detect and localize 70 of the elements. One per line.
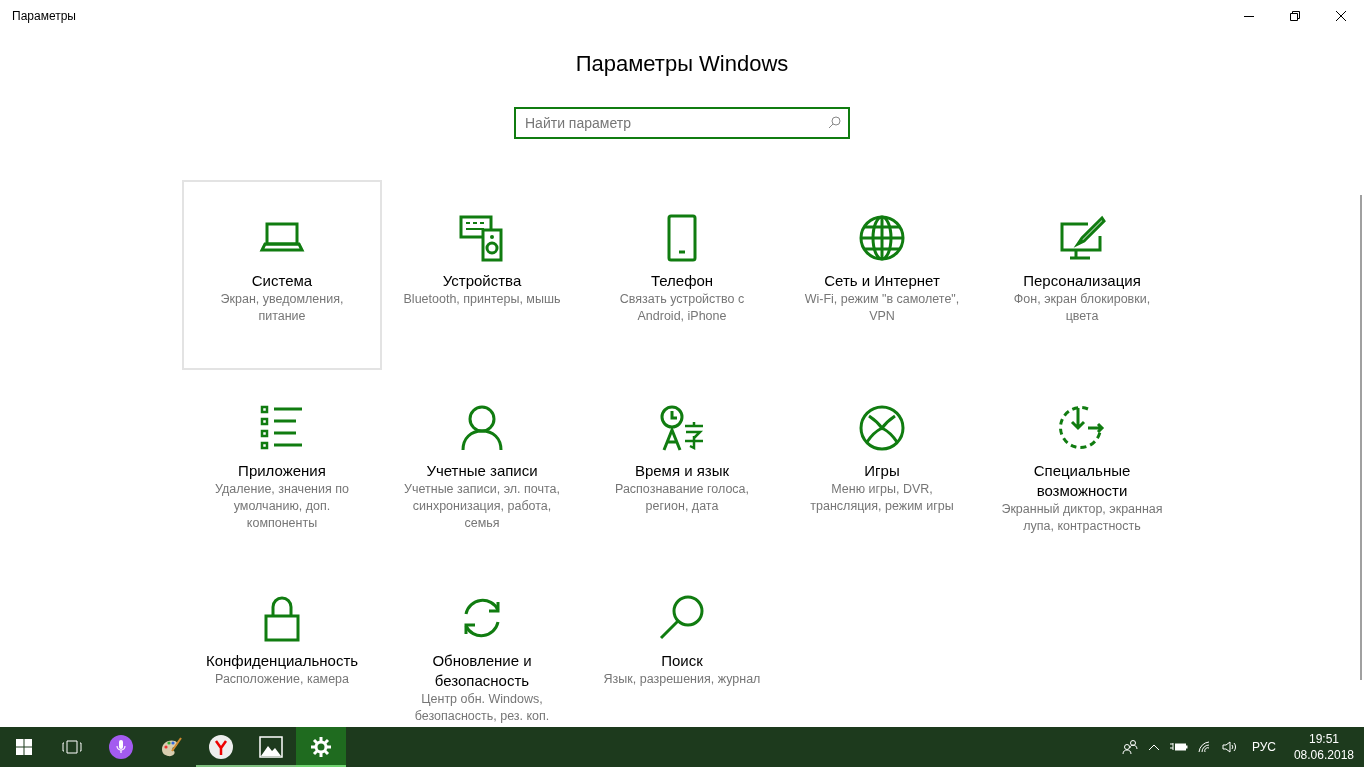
tile-title: Специальные возможности <box>1032 461 1132 501</box>
settings-tile[interactable]: Учетные записи Учетные записи, эл. почта, синхронизация, работа, семья <box>382 370 582 560</box>
minimize-icon <box>1244 15 1254 17</box>
tile-title: Учетные записи <box>426 461 538 481</box>
page-heading: Параметры Windows <box>575 50 789 78</box>
close-icon <box>1336 11 1346 21</box>
microphone-icon <box>109 735 133 759</box>
search-field[interactable]: Найти параметр <box>514 107 850 139</box>
search-icon <box>658 594 706 642</box>
window-title: Параметры <box>11 8 76 25</box>
tile-title: Обновление и безопасность <box>431 651 533 691</box>
gear-icon <box>309 735 333 759</box>
mountain-picture-icon <box>259 735 283 759</box>
restore-icon <box>1290 11 1300 21</box>
tile-title: Конфиденциальность <box>205 651 359 671</box>
tile-description: Центр обн. Windows, безопасность, рез. коп. <box>413 691 551 725</box>
settings-tile[interactable]: Система Экран, уведомления, питание <box>182 180 382 370</box>
tile-title: Телефон <box>650 271 714 291</box>
tile-description: Связать устройство с Android, iPhone <box>618 291 746 325</box>
settings-tile[interactable]: Устройства Bluetooth, принтеры, мышь <box>382 180 582 370</box>
settings-tile[interactable]: Поиск Язык, разрешения, журнал <box>582 560 782 727</box>
tile-title: Система <box>251 271 313 291</box>
settings-tile[interactable]: Персонализация Фон, экран блокировки, цвета <box>982 180 1182 370</box>
clock-date: 08.06.2018 <box>1293 747 1354 763</box>
tile-description: Экранный диктор, экранная лупа, контрастность <box>1000 501 1164 535</box>
tile-description: Фон, экран блокировки, цвета <box>1012 291 1152 325</box>
clock-letters-icon <box>658 404 706 452</box>
tile-description: Wi-Fi, режим "в самолете", VPN <box>803 291 961 325</box>
tile-title: Устройства <box>442 271 522 291</box>
people-icon <box>1121 740 1138 754</box>
language-indicator[interactable]: РУС <box>1247 738 1280 756</box>
palette-icon <box>159 735 183 759</box>
tile-description: Bluetooth, принтеры, мышь <box>403 291 561 308</box>
tile-description: Экран, уведомления, питание <box>219 291 345 325</box>
clock[interactable]: 19:51 08.06.2018 <box>1289 731 1358 763</box>
battery-icon[interactable] <box>1169 742 1188 752</box>
settings-tile[interactable]: Время и язык Распознавание голоса, регион, дата <box>582 370 782 560</box>
task-view-icon <box>62 740 82 754</box>
tile-description: Расположение, камера <box>214 671 350 688</box>
speaker-icon[interactable] <box>1221 741 1238 753</box>
dashed-clock-arrow-icon <box>1058 404 1106 452</box>
monitor-brush-icon <box>1058 214 1106 262</box>
settings-tile[interactable]: Приложения Удаление, значения по умолчанию, доп. компоненты <box>182 370 382 560</box>
tile-title: Игры <box>864 461 900 481</box>
globe-icon <box>858 214 906 262</box>
search-icon <box>828 116 841 129</box>
clock-time: 19:51 <box>1308 731 1339 747</box>
wifi-icon[interactable] <box>1197 741 1212 753</box>
tile-title: Время и язык <box>634 461 730 481</box>
tile-title: Сеть и Интернет <box>824 271 940 291</box>
settings-tile[interactable]: Сеть и Интернет Wi-Fi, режим "в самолете", VPN <box>782 180 982 370</box>
settings-tile[interactable]: Телефон Связать устройство с Android, iPhone <box>582 180 782 370</box>
windows-logo-icon <box>16 739 32 755</box>
tile-description: Удаление, значения по умолчанию, доп. компоненты <box>214 481 350 532</box>
settings-tile[interactable]: Специальные возможности Экранный диктор, экранная лупа, контрастность <box>982 370 1182 560</box>
settings-tile[interactable]: Обновление и безопасность Центр обн. Windows, безопасность, рез. коп. <box>382 560 582 727</box>
tile-description: Учетные записи, эл. почта, синхронизация, работа, семья <box>403 481 561 532</box>
tile-title: Поиск <box>661 651 703 671</box>
tile-description: Меню игры, DVR, трансляция, режим игры <box>809 481 955 515</box>
scrollbar[interactable] <box>1360 195 1362 680</box>
settings-tile[interactable]: Игры Меню игры, DVR, трансляция, режим игры <box>782 370 982 560</box>
y-letter-circle-icon <box>209 735 233 759</box>
tile-description: Распознавание голоса, регион, дата <box>613 481 751 515</box>
keyboard-speaker-icon <box>458 214 506 262</box>
taskbar-app-button[interactable] <box>296 727 346 767</box>
tile-description: Язык, разрешения, журнал <box>603 671 761 688</box>
chevron-up-icon[interactable] <box>1147 743 1160 751</box>
tile-title: Приложения <box>238 461 326 481</box>
settings-tile[interactable]: Конфиденциальность Расположение, камера <box>182 560 382 727</box>
tile-title: Персонализация <box>1023 271 1141 291</box>
